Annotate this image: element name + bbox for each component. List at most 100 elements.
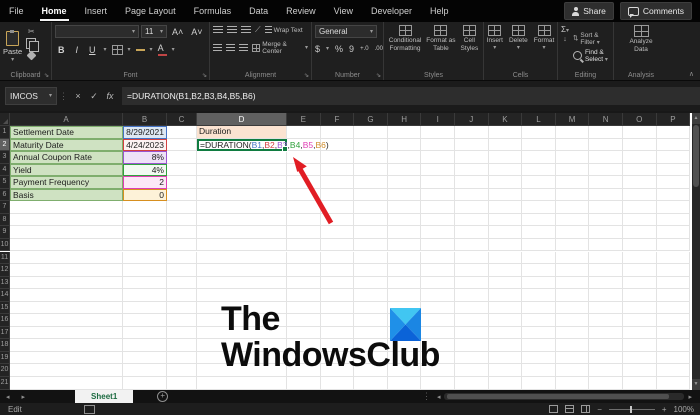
- cell-O7[interactable]: [623, 201, 657, 214]
- cell-J16[interactable]: [455, 314, 489, 327]
- fill-button[interactable]: ↓: [563, 36, 567, 43]
- cell-B21[interactable]: [123, 377, 167, 390]
- cell-N16[interactable]: [589, 314, 623, 327]
- cell-J14[interactable]: [455, 289, 489, 302]
- cell-D13[interactable]: [197, 277, 287, 290]
- insert-function-button[interactable]: fx: [102, 91, 118, 101]
- cell-J10[interactable]: [455, 239, 489, 252]
- cell-N11[interactable]: [589, 252, 623, 265]
- column-header-G[interactable]: G: [354, 113, 388, 126]
- cell-B7[interactable]: [123, 201, 167, 214]
- cell-B19[interactable]: [123, 352, 167, 365]
- horizontal-scroll-track[interactable]: [444, 393, 684, 400]
- cell-N17[interactable]: [589, 327, 623, 340]
- cell-B20[interactable]: [123, 364, 167, 377]
- cell-D7[interactable]: [197, 201, 287, 214]
- cell-A13[interactable]: [10, 277, 123, 290]
- cell-H14[interactable]: [388, 289, 422, 302]
- cell-A4[interactable]: Yield: [10, 164, 123, 177]
- cell-L9[interactable]: [522, 226, 556, 239]
- row-header-2[interactable]: 2: [0, 139, 10, 152]
- cell-B9[interactable]: [123, 226, 167, 239]
- alignment-dialog-launcher-icon[interactable]: ⇘: [304, 73, 309, 79]
- select-all-corner[interactable]: [0, 113, 10, 126]
- cell-O13[interactable]: [623, 277, 657, 290]
- cell-M14[interactable]: [556, 289, 590, 302]
- cell-M3[interactable]: [556, 151, 590, 164]
- cell-L16[interactable]: [522, 314, 556, 327]
- row-header-3[interactable]: 3: [0, 151, 10, 164]
- cell-O8[interactable]: [623, 214, 657, 227]
- cell-K13[interactable]: [489, 277, 523, 290]
- ribbon-tab-file[interactable]: File: [0, 0, 33, 22]
- row-header-20[interactable]: 20: [0, 364, 10, 377]
- cell-B10[interactable]: [123, 239, 167, 252]
- cell-C17[interactable]: [167, 327, 197, 340]
- cell-G3[interactable]: [354, 151, 388, 164]
- ribbon-tab-page-layout[interactable]: Page Layout: [116, 0, 185, 22]
- wrap-text-button[interactable]: Wrap Text: [265, 26, 303, 34]
- cell-K10[interactable]: [489, 239, 523, 252]
- cell-C9[interactable]: [167, 226, 197, 239]
- row-header-6[interactable]: 6: [0, 189, 10, 202]
- cell-A11[interactable]: [10, 252, 123, 265]
- cell-L2[interactable]: [522, 139, 556, 152]
- cell-M9[interactable]: [556, 226, 590, 239]
- column-header-L[interactable]: L: [522, 113, 556, 126]
- column-header-P[interactable]: P: [657, 113, 691, 126]
- vertical-scrollbar[interactable]: ▲ ▼: [692, 113, 700, 390]
- cell-C16[interactable]: [167, 314, 197, 327]
- cell-N10[interactable]: [589, 239, 623, 252]
- cell-A3[interactable]: Annual Coupon Rate: [10, 151, 123, 164]
- cell-L13[interactable]: [522, 277, 556, 290]
- increase-decimal-button[interactable]: +.0: [360, 46, 369, 52]
- cell-N15[interactable]: [589, 302, 623, 315]
- cell-C4[interactable]: [167, 164, 197, 177]
- cell-A6[interactable]: Basis: [10, 189, 123, 202]
- cell-O3[interactable]: [623, 151, 657, 164]
- cell-O14[interactable]: [623, 289, 657, 302]
- fill-color-button[interactable]: [136, 48, 145, 51]
- column-header-I[interactable]: I: [421, 113, 455, 126]
- cell-N7[interactable]: [589, 201, 623, 214]
- cell-D21[interactable]: [197, 377, 287, 390]
- scrollbar-splitter[interactable]: ⋮: [422, 391, 431, 402]
- cell-C6[interactable]: [167, 189, 197, 202]
- cell-J4[interactable]: [455, 164, 489, 177]
- align-left-button[interactable]: [213, 44, 222, 52]
- cell-K5[interactable]: [489, 176, 523, 189]
- cell-A19[interactable]: [10, 352, 123, 365]
- row-header-7[interactable]: 7: [0, 201, 10, 214]
- cell-O10[interactable]: [623, 239, 657, 252]
- cell-O15[interactable]: [623, 302, 657, 315]
- cell-M20[interactable]: [556, 364, 590, 377]
- cell-K16[interactable]: [489, 314, 523, 327]
- column-header-O[interactable]: O: [623, 113, 657, 126]
- comments-button[interactable]: Comments: [620, 2, 692, 20]
- cell-A7[interactable]: [10, 201, 123, 214]
- cell-B2[interactable]: 4/24/2023: [123, 139, 167, 152]
- cell-K14[interactable]: [489, 289, 523, 302]
- cell-N6[interactable]: [589, 189, 623, 202]
- row-header-14[interactable]: 14: [0, 289, 10, 302]
- cell-G13[interactable]: [354, 277, 388, 290]
- ribbon-tab-review[interactable]: Review: [277, 0, 325, 22]
- confirm-entry-button[interactable]: ✓: [86, 91, 102, 102]
- cell-M6[interactable]: [556, 189, 590, 202]
- cell-M17[interactable]: [556, 327, 590, 340]
- scroll-down-icon[interactable]: ▼: [692, 379, 700, 390]
- cell-K15[interactable]: [489, 302, 523, 315]
- analyze-data-button[interactable]: Analyze Data: [629, 25, 652, 69]
- cell-A14[interactable]: [10, 289, 123, 302]
- cell-I2[interactable]: [421, 139, 455, 152]
- cell-G5[interactable]: [354, 176, 388, 189]
- cell-N9[interactable]: [589, 226, 623, 239]
- ribbon-tab-home[interactable]: Home: [33, 0, 76, 22]
- cell-J15[interactable]: [455, 302, 489, 315]
- cell-N1[interactable]: [589, 126, 623, 139]
- cell-B18[interactable]: [123, 339, 167, 352]
- macro-record-icon[interactable]: [84, 405, 95, 414]
- cell-O17[interactable]: [623, 327, 657, 340]
- cell-K6[interactable]: [489, 189, 523, 202]
- column-header-K[interactable]: K: [489, 113, 523, 126]
